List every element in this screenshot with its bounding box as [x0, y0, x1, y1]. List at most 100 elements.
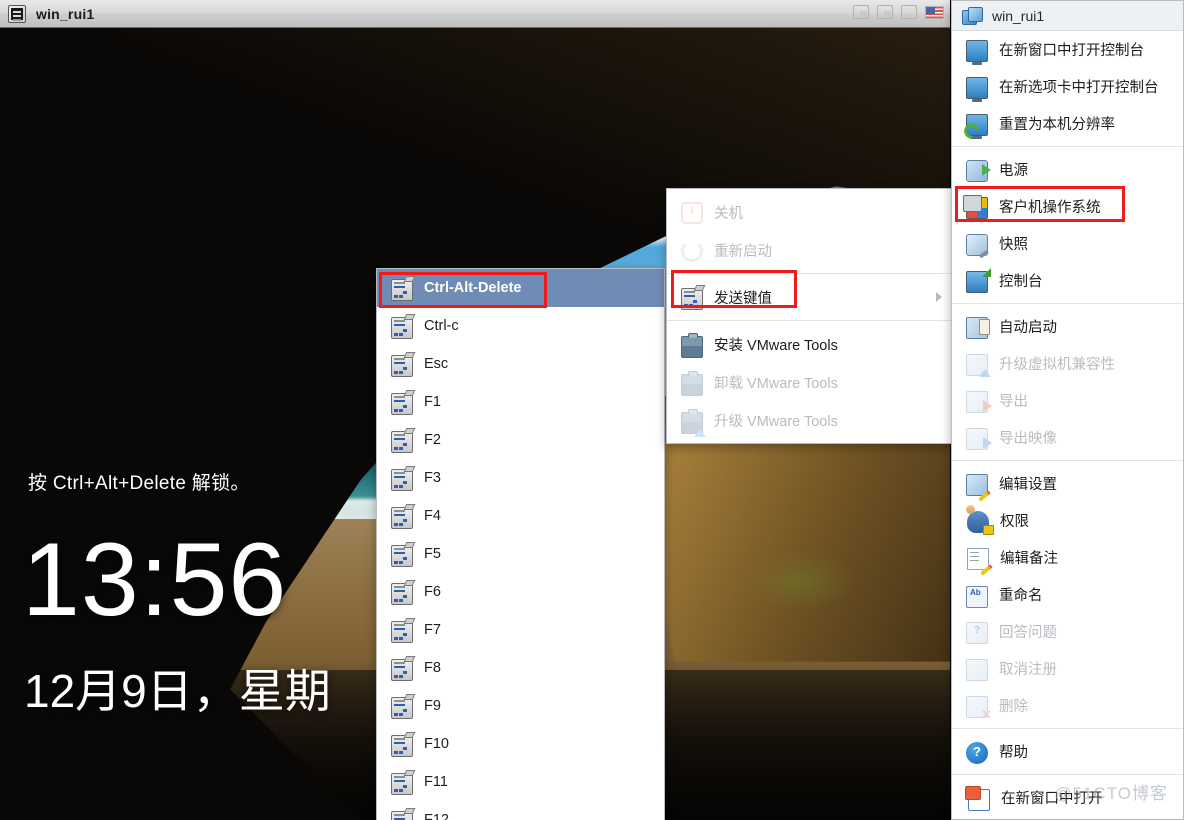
monitor-icon	[966, 40, 988, 65]
menu-item-f10[interactable]: F10	[377, 725, 664, 763]
menu-item-label: 在新窗口中打开控制台	[999, 43, 1144, 59]
menu-item-自动启动[interactable]: 自动启动	[952, 308, 1183, 345]
menu-item-快照[interactable]: 快照	[952, 225, 1183, 262]
menu-item-在新窗口中打开[interactable]: 在新窗口中打开	[952, 779, 1183, 816]
help-icon	[966, 741, 988, 764]
menu-item-label: F12	[424, 812, 449, 820]
snapshot-icon	[966, 233, 988, 256]
menu-item-控制台[interactable]: 控制台	[952, 262, 1183, 299]
menu-item-电源[interactable]: 电源	[952, 151, 1183, 188]
menu-item-ctrl-c[interactable]: Ctrl-c	[377, 307, 664, 345]
menu-item-label: 升级 VMware Tools	[714, 413, 838, 430]
menu-item-权限[interactable]: 权限	[952, 502, 1183, 539]
keyboard-icon	[391, 314, 416, 339]
menu-item-重命名[interactable]: 重命名	[952, 576, 1183, 613]
menu-item-label: 升级虚拟机兼容性	[999, 357, 1115, 373]
menu-item-安装-vmware-tools[interactable]: 安装 VMware Tools	[667, 325, 954, 363]
menu-item-在新窗口中打开控制台[interactable]: 在新窗口中打开控制台	[952, 31, 1183, 68]
monitor-icon	[966, 77, 988, 102]
menu-item-重置为本机分辨率[interactable]: 重置为本机分辨率	[952, 105, 1183, 142]
menu-item-label: 权限	[1000, 514, 1029, 530]
keyboard-icon	[391, 732, 416, 757]
restore-button[interactable]	[877, 5, 893, 19]
vm-icon	[962, 6, 983, 25]
menu-item-帮助[interactable]: 帮助	[952, 733, 1183, 770]
send-keys-submenu[interactable]: Ctrl-Alt-Delete Ctrl-c Esc F1 F2 F3 F4 F5 F6 F7 F8…	[376, 268, 665, 820]
chevron-right-icon	[936, 292, 942, 302]
menu-item-ctrl-alt-delete[interactable]: Ctrl-Alt-Delete	[377, 269, 664, 307]
edit-note-icon	[967, 547, 989, 570]
menu-item-f2[interactable]: F2	[377, 421, 664, 459]
menu-item-label: 发送键值	[714, 290, 772, 307]
tools-upgrade-icon	[681, 408, 706, 437]
menu-separator	[952, 146, 1183, 147]
menu-item-关机: 关机	[667, 193, 954, 231]
keyboard-icon	[391, 808, 416, 820]
menu-item-f12[interactable]: F12	[377, 801, 664, 820]
menu-item-f6[interactable]: F6	[377, 573, 664, 611]
rename-icon	[966, 585, 988, 608]
permissions-icon	[966, 505, 994, 535]
window-controls	[853, 5, 944, 19]
menu-item-label: F7	[424, 622, 441, 638]
minimize-button[interactable]	[853, 5, 869, 19]
menu-item-卸载-vmware-tools: 卸载 VMware Tools	[667, 363, 954, 401]
menu-item-发送键值[interactable]: 发送键值	[667, 278, 954, 316]
us-flag-icon[interactable]	[925, 5, 944, 19]
menu-item-label: 重命名	[999, 588, 1043, 604]
menu-item-label: 取消注册	[999, 662, 1057, 678]
keyboard-icon	[391, 428, 416, 453]
menu-item-f4[interactable]: F4	[377, 497, 664, 535]
maximize-button[interactable]	[901, 5, 917, 19]
menu-item-label: 在新窗口中打开	[1001, 791, 1103, 807]
vm-menu-header-label: win_rui1	[992, 7, 1045, 24]
menu-item-label: Ctrl-c	[424, 318, 459, 334]
menu-item-在新选项卡中打开控制台[interactable]: 在新选项卡中打开控制台	[952, 68, 1183, 105]
menu-item-编辑设置[interactable]: 编辑设置	[952, 465, 1183, 502]
menu-item-label: 控制台	[999, 274, 1043, 290]
window-title: win_rui1	[36, 5, 95, 22]
menu-item-label: F5	[424, 546, 441, 562]
lock-clock: 13:56	[22, 522, 288, 638]
menu-item-label: Esc	[424, 356, 449, 372]
menu-item-导出: 导出	[952, 382, 1183, 419]
vm-console-icon	[8, 4, 26, 23]
guest-os-icon	[963, 195, 988, 219]
menu-item-label: F9	[424, 698, 441, 714]
menu-item-label: 帮助	[999, 745, 1028, 761]
menu-item-esc[interactable]: Esc	[377, 345, 664, 383]
menu-item-f1[interactable]: F1	[377, 383, 664, 421]
menu-item-f3[interactable]: F3	[377, 459, 664, 497]
menu-item-label: F6	[424, 584, 441, 600]
menu-item-f5[interactable]: F5	[377, 535, 664, 573]
vm-menu-header: win_rui1	[952, 1, 1183, 31]
menu-item-label: 关机	[714, 205, 743, 222]
menu-item-f8[interactable]: F8	[377, 649, 664, 687]
menu-separator	[952, 303, 1183, 304]
menu-item-label: F10	[424, 736, 449, 752]
menu-item-f11[interactable]: F11	[377, 763, 664, 801]
vm-context-menu[interactable]: win_rui1 在新窗口中打开控制台 在新选项卡中打开控制台 重置为本机分辨率 电源…	[951, 0, 1184, 820]
menu-item-label: 回答问题	[999, 625, 1057, 641]
menu-item-label: 安装 VMware Tools	[714, 337, 838, 354]
keyboard-icon	[391, 276, 416, 301]
guest-os-submenu[interactable]: 关机 重新启动 发送键值 安装 VMware Tools 卸载 VMware Tools…	[666, 188, 955, 444]
menu-item-客户机操作系统[interactable]: 客户机操作系统	[952, 188, 1183, 225]
menu-item-f9[interactable]: F9	[377, 687, 664, 725]
menu-item-label: 导出	[999, 394, 1028, 410]
upgrade-icon	[966, 354, 991, 377]
menu-item-label: F1	[424, 394, 441, 410]
menu-item-升级虚拟机兼容性: 升级虚拟机兼容性	[952, 345, 1183, 382]
menu-item-label: 自动启动	[999, 320, 1057, 336]
lock-date: 12月9日，星期	[24, 665, 331, 717]
keyboard-icon	[391, 618, 416, 643]
menu-item-label: F8	[424, 660, 441, 676]
delete-icon	[966, 696, 992, 723]
menu-item-label: 卸载 VMware Tools	[714, 375, 838, 392]
menu-item-f7[interactable]: F7	[377, 611, 664, 649]
menu-item-label: F4	[424, 508, 441, 524]
answer-question-icon	[966, 622, 988, 644]
menu-item-编辑备注[interactable]: 编辑备注	[952, 539, 1183, 576]
menu-separator	[952, 774, 1183, 775]
menu-item-label: 删除	[999, 699, 1028, 715]
